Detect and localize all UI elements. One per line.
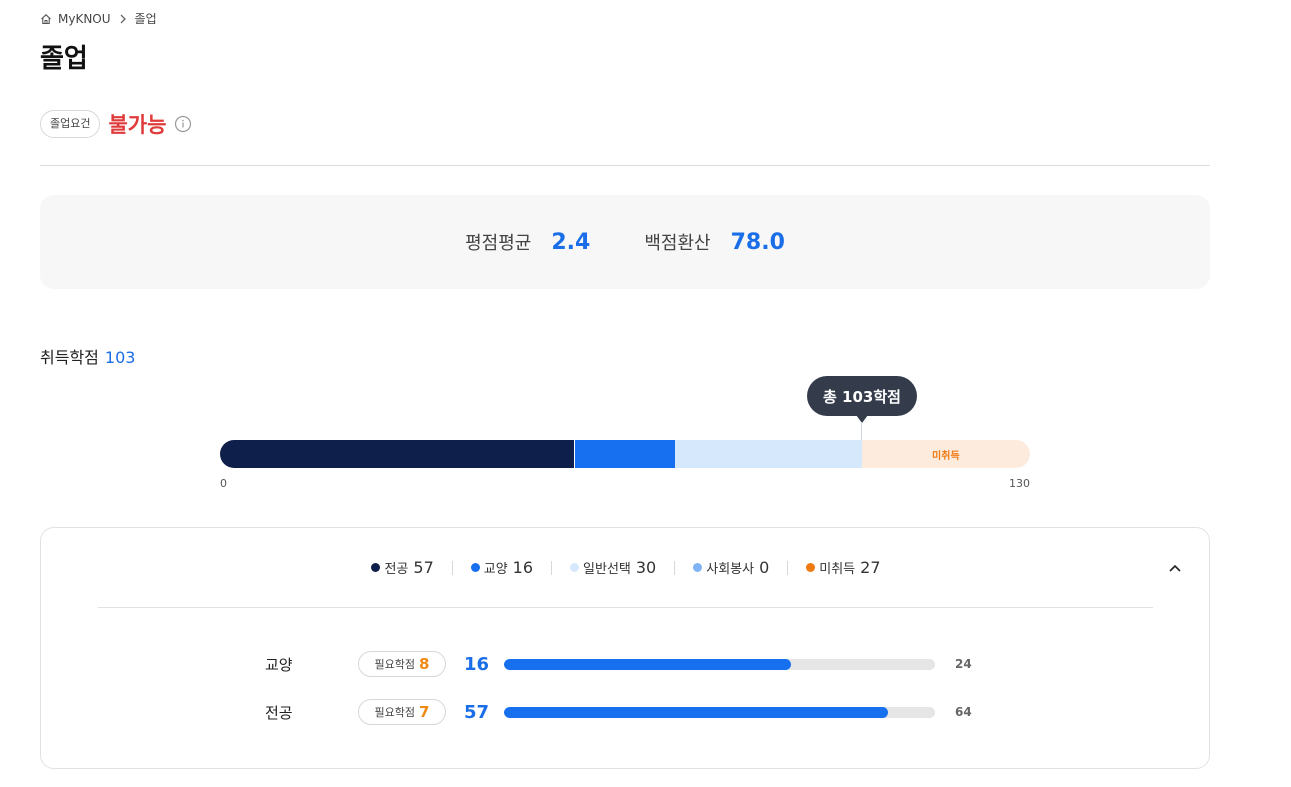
requirement-row-liberal: 교양 필요학점 8 16 24 (265, 651, 972, 677)
earned-credits-value: 103 (104, 348, 136, 367)
legend-label: 전공 (384, 562, 409, 577)
legend-item-major: 전공 57 (371, 558, 434, 577)
requirement-category: 전공 (265, 703, 293, 722)
chevron-right-icon (119, 14, 127, 24)
required-credits-value: 7 (419, 703, 430, 721)
card-divider (98, 607, 1153, 608)
info-icon[interactable] (174, 115, 192, 133)
chevron-up-icon (1168, 558, 1182, 577)
legend-value: 30 (635, 558, 657, 577)
tooltip-marker-line (861, 422, 862, 440)
bar-segment-major (220, 440, 576, 468)
legend-dot (693, 563, 703, 572)
breadcrumb-home-link[interactable]: MyKNOU (58, 12, 111, 26)
legend-divider (451, 560, 453, 575)
section-divider (40, 165, 1210, 166)
bar-segment-unearned: 미취득 (861, 440, 1030, 468)
legend-item-general: 일반선택 30 (570, 558, 656, 577)
required-credits-pill: 필요학점 8 (358, 651, 446, 677)
legend-value: 27 (860, 558, 881, 577)
legend-item-volunteer: 사회봉사 0 (693, 558, 769, 577)
requirement-row-major: 전공 필요학점 7 57 64 (265, 699, 972, 725)
legend-item-liberal: 교양 16 (470, 558, 534, 577)
legend-label: 사회봉사 (706, 562, 755, 577)
legend-value: 16 (512, 558, 534, 577)
axis-min-label: 0 (220, 477, 227, 490)
required-credits-label: 필요학점 (374, 706, 416, 719)
progress-track (504, 658, 935, 670)
requirement-badge: 졸업요건 (40, 110, 101, 138)
breadcrumb: MyKNOU 졸업 (40, 10, 157, 27)
total-credits-tooltip: 총 103학점 (807, 376, 917, 416)
axis-max-label: 130 (1009, 477, 1030, 490)
total-credits: 64 (955, 705, 972, 719)
percentile-score: 백점환산 78.0 (644, 229, 785, 255)
legend-label: 교양 (483, 562, 508, 577)
required-credits-pill: 필요학점 7 (358, 699, 446, 725)
gpa-average-label: 평점평균 (465, 233, 532, 254)
earned-credits: 57 (464, 701, 490, 723)
legend-divider (551, 560, 553, 575)
gpa-average-value: 2.4 (551, 230, 591, 255)
bar-segment-liberal (575, 440, 675, 468)
legend-dot (570, 563, 580, 572)
legend-dot (806, 563, 816, 572)
bar-segment-general (674, 440, 862, 468)
legend-value: 0 (759, 558, 770, 577)
legend-dot (371, 563, 381, 572)
percentile-score-label: 백점환산 (644, 233, 711, 254)
legend-label: 미취득 (819, 562, 856, 577)
home-icon[interactable] (40, 13, 52, 25)
progress-fill (504, 706, 888, 718)
earned-credits-title: 취득학점 103 (40, 344, 135, 368)
requirement-category: 교양 (265, 655, 293, 674)
credits-stacked-bar: 미취득 (220, 440, 1030, 468)
collapse-button[interactable] (1167, 558, 1183, 576)
graduation-requirement-row: 졸업요건 불가능 (40, 109, 192, 139)
progress-track (504, 706, 935, 718)
credits-legend: 전공 57 교양 16 일반선택 30 사회봉사 0 미취득 27 (41, 558, 1211, 577)
gpa-summary: 평점평균 2.4 백점환산 78.0 (40, 195, 1210, 289)
unearned-label: 미취득 (932, 450, 960, 462)
progress-fill (504, 658, 792, 670)
tooltip-tail (856, 415, 868, 423)
required-credits-value: 8 (419, 655, 430, 673)
legend-item-unearned: 미취득 27 (806, 558, 881, 577)
credits-detail-card: 전공 57 교양 16 일반선택 30 사회봉사 0 미취득 27 교양 필요학… (40, 527, 1210, 769)
gpa-average: 평점평균 2.4 (465, 229, 590, 255)
legend-divider (787, 560, 789, 575)
percentile-score-value: 78.0 (730, 230, 785, 255)
legend-divider (674, 560, 676, 575)
total-credits: 24 (955, 657, 972, 671)
page-title: 졸업 (40, 44, 88, 74)
earned-credits-label: 취득학점 (40, 348, 99, 367)
legend-dot (470, 563, 480, 572)
breadcrumb-current: 졸업 (134, 12, 157, 26)
earned-credits: 16 (464, 653, 490, 675)
requirement-status: 불가능 (108, 113, 167, 137)
legend-label: 일반선택 (583, 562, 631, 577)
legend-value: 57 (413, 558, 434, 577)
required-credits-label: 필요학점 (374, 658, 416, 671)
